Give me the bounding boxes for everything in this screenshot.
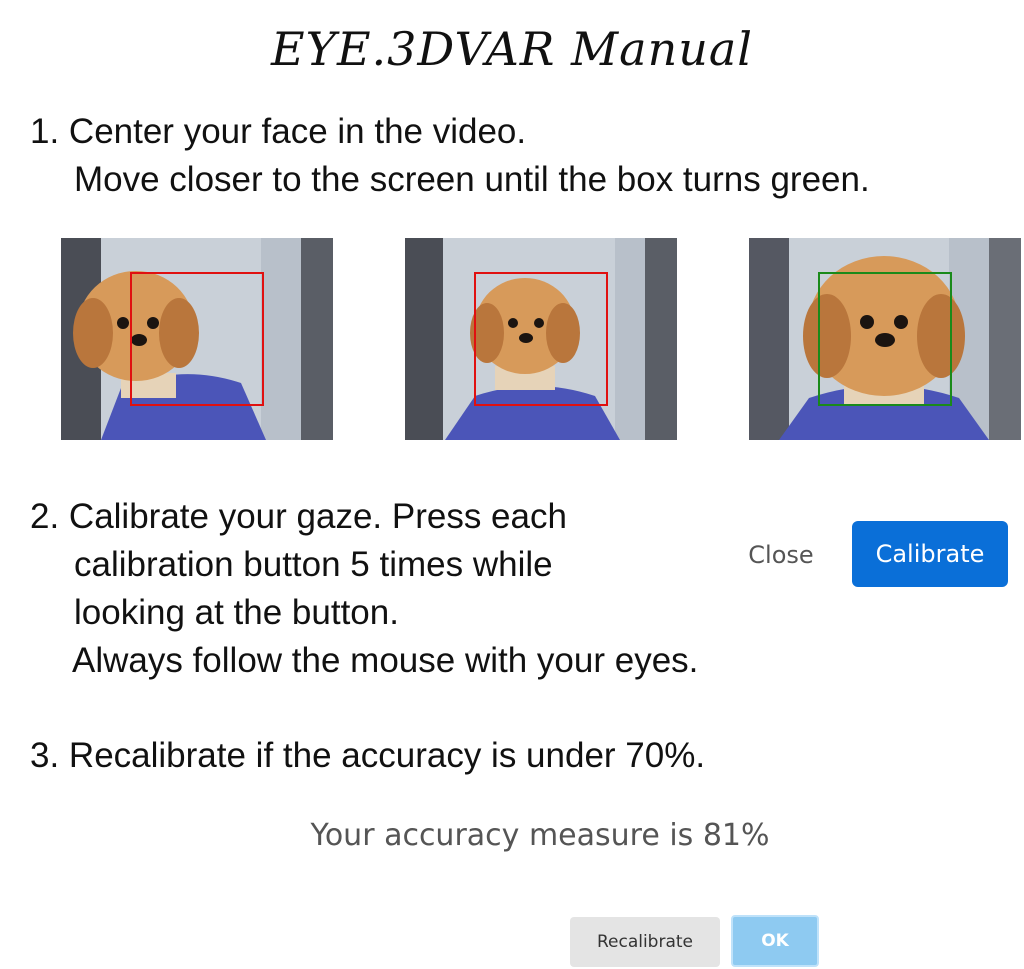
page-title: EYE.3DVAR Manual: [271, 22, 753, 76]
webcam-frame-2: [405, 238, 677, 440]
webcam-frame-3: [749, 238, 1021, 440]
webcam-frame-1: [61, 238, 333, 440]
step-2-line-4: Always follow the mouse with your eyes.: [72, 641, 699, 680]
step-1-line-1: 1. Center your face in the video.: [30, 112, 527, 151]
step-2-line-3: looking at the button.: [74, 593, 399, 632]
accuracy-message: Your accuracy measure is 81%: [310, 818, 770, 853]
step-2-line-2: calibration button 5 times while: [74, 545, 553, 584]
step-1-line-2: Move closer to the screen until the box …: [74, 160, 870, 199]
step-3-line-1: 3. Recalibrate if the accuracy is under …: [30, 736, 706, 775]
calibrate-button[interactable]: Calibrate: [852, 521, 1008, 587]
step-2-line-1: 2. Calibrate your gaze. Press each: [30, 497, 567, 536]
step-3-text: 3. Recalibrate if the accuracy is under …: [30, 732, 705, 780]
close-button[interactable]: Close: [736, 532, 826, 578]
step-1-text: 1. Center your face in the video. Move c…: [30, 108, 870, 204]
ok-button[interactable]: OK: [731, 915, 819, 967]
recalibrate-button[interactable]: Recalibrate: [570, 917, 720, 967]
step-2-text: 2. Calibrate your gaze. Press each calib…: [30, 493, 698, 685]
